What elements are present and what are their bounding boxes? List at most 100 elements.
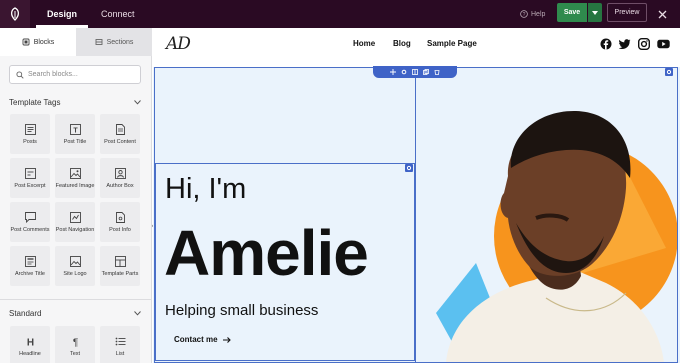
column-divider [415,67,416,363]
block-archive-title[interactable]: Archive Title [10,246,50,286]
block-label: Author Box [106,183,134,189]
save-button[interactable]: Save [557,3,587,22]
chevron-down-icon [134,99,141,105]
list-icon [114,335,126,347]
sections-icon [95,39,103,45]
svg-text:H: H [26,337,33,347]
standard-title: Standard [9,308,42,318]
help-label: Help [531,10,546,18]
block-label: Template Parts [101,271,139,277]
block-post-comments[interactable]: Post Comments [10,202,50,242]
help-link[interactable]: ? Help [520,0,545,28]
column-settings-gear-icon[interactable] [665,68,673,76]
divider [0,299,152,300]
block-label: Post Content [104,139,136,145]
site-logo-icon [69,255,81,267]
block-label: Archive Title [15,271,45,277]
twitter-icon[interactable] [619,38,631,50]
block-label: Post Navigation [55,227,95,233]
tab-design-label: Design [47,9,78,19]
svg-text:T: T [73,127,78,134]
tab-design[interactable]: Design [47,0,77,28]
arrow-right-icon [222,336,231,343]
preview-button[interactable]: Preview [607,3,647,22]
close-icon[interactable] [654,0,670,28]
chevron-down-icon [134,310,141,316]
section-toolbar [373,66,457,78]
move-icon[interactable] [390,69,396,75]
page-canvas: AD Home Blog Sample Page Hi, I'm Amelie … [153,28,680,363]
block-label: Posts [23,139,37,145]
help-icon: ? [520,10,528,18]
block-label: List [115,351,125,357]
post-info-icon [114,211,126,223]
text-icon: ¶ [69,335,81,347]
block-post-info[interactable]: Post Info [100,202,140,242]
search-input[interactable]: Search blocks... [9,65,141,84]
standard-header[interactable]: Standard [9,306,141,320]
block-post-content[interactable]: Post Content [100,114,140,154]
hero-tagline[interactable]: Helping small business [165,302,318,319]
duplicate-icon[interactable] [423,69,429,75]
gear-icon[interactable] [401,69,407,75]
nav-link-sample-page[interactable]: Sample Page [427,39,477,48]
block-post-navigation[interactable]: Post Navigation [55,202,95,242]
nav-link-home[interactable]: Home [353,39,375,48]
block-template-parts[interactable]: Template Parts [100,246,140,286]
block-label: Post Excerpt [14,183,46,189]
svg-text:¶: ¶ [72,337,77,347]
block-label: Post Title [63,139,87,145]
facebook-icon[interactable] [600,38,612,50]
block-post-excerpt[interactable]: Post Excerpt [10,158,50,198]
post-navigation-icon [69,211,81,223]
block-headline[interactable]: H Headline [10,326,50,363]
sidebar: Blocks Sections Search blocks... Templat… [0,28,152,363]
tab-sections[interactable]: Sections [76,28,152,56]
sidebar-tabs: Blocks Sections [0,28,152,56]
chevron-down-icon [592,10,598,15]
block-posts[interactable]: Posts [10,114,50,154]
tab-blocks[interactable]: Blocks [0,28,76,56]
contact-me-button[interactable]: Contact me [174,335,231,344]
template-tags-header[interactable]: Template Tags [9,95,141,109]
contact-me-label: Contact me [174,335,218,344]
headline-icon: H [24,335,36,347]
tab-connect-label: Connect [101,9,135,19]
block-site-logo[interactable]: Site Logo [55,246,95,286]
seedprod-logo-icon[interactable] [0,0,30,28]
post-content-icon [114,123,126,135]
columns-icon[interactable] [412,69,418,75]
block-featured-image[interactable]: Featured Image [55,158,95,198]
post-comments-icon [24,211,36,223]
hero-name-headline[interactable]: Amelie [164,216,369,290]
svg-text:?: ? [523,12,526,18]
block-label: Text [69,351,81,357]
search-icon [16,70,24,79]
block-settings-gear-icon[interactable] [405,164,413,172]
site-header: AD Home Blog Sample Page [153,28,680,61]
template-parts-icon [114,255,126,267]
youtube-icon[interactable] [657,38,670,50]
blocks-icon [22,38,30,46]
top-bar: Design Connect ? Help Save Preview [0,0,680,28]
block-label: Site Logo [63,271,87,277]
save-options-dropdown[interactable] [588,3,602,22]
template-tags-title: Template Tags [9,97,61,107]
post-excerpt-icon [24,167,36,179]
delete-icon[interactable] [434,69,440,75]
posts-icon [24,123,36,135]
block-label: Post Comments [10,227,50,233]
hero-greeting[interactable]: Hi, I'm [165,173,246,206]
block-label: Headline [19,351,41,357]
block-label: Featured Image [55,183,95,189]
block-post-title[interactable]: T Post Title [55,114,95,154]
tab-connect[interactable]: Connect [101,0,135,28]
block-list[interactable]: List [100,326,140,363]
site-logo[interactable]: AD [166,34,191,54]
instagram-icon[interactable] [638,38,650,50]
block-author-box[interactable]: Author Box [100,158,140,198]
author-box-icon [114,167,126,179]
block-label: Post Info [109,227,131,233]
block-text[interactable]: ¶ Text [55,326,95,363]
nav-link-blog[interactable]: Blog [393,39,411,48]
